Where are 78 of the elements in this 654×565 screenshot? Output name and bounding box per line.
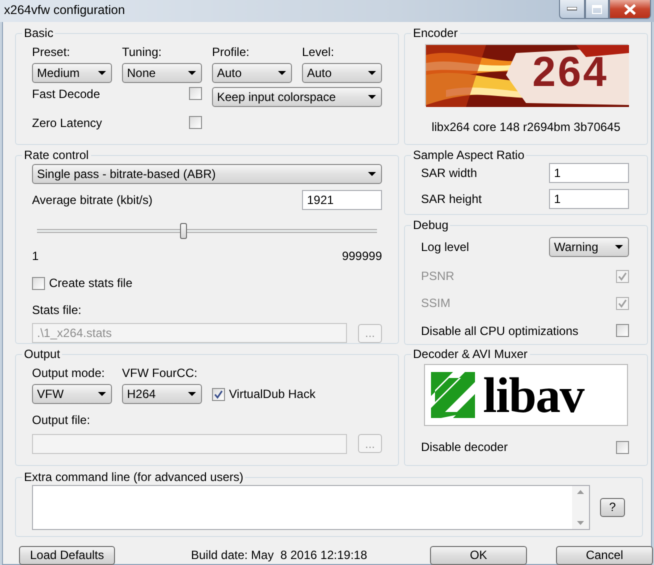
slider-max-label: 999999 [342,249,382,264]
checkbox-label: Disable all CPU optimizations [421,324,578,338]
checkbox[interactable] [189,116,202,130]
sar-height-input[interactable]: 1 [549,189,629,209]
dropdown-arrow-icon [368,172,376,176]
rate-mode-dropdown[interactable]: Single pass - bitrate-based (ABR) [32,164,382,184]
dropdown-arrow-icon [188,392,196,396]
group-title: Debug [412,219,450,231]
tuning-dropdown[interactable]: None [122,63,202,84]
checkbox[interactable] [189,87,202,100]
field-label: Preset: [32,45,72,60]
minimize-button[interactable] [559,0,585,19]
minimize-icon [567,7,577,11]
dropdown-arrow-icon [368,71,376,76]
level-dropdown[interactable]: Auto [302,63,382,84]
group-title: Sample Aspect Ratio [412,149,526,161]
field-label: Output file: [32,413,92,428]
dropdown-arrow-icon [188,71,196,76]
version-text: libx264 core 148 r2694bm 3b70645 [430,120,622,134]
maximize-button[interactable] [585,0,609,19]
bitrate-input[interactable]: 1921 [302,190,382,210]
checkbox[interactable] [32,277,45,290]
checkbox-label: VirtualDub Hack [229,387,316,402]
field-label: Fast Decode [32,87,102,104]
close-button[interactable] [609,0,651,19]
fourcc-dropdown[interactable]: H264 [122,384,202,404]
ok-button[interactable]: OK [430,546,527,565]
help-button[interactable]: ? [600,498,625,517]
group-title: Rate control [23,149,90,161]
field-label: Profile: [212,45,250,60]
slider-thumb[interactable] [180,223,188,239]
dropdown-arrow-icon [278,71,286,76]
profile-dropdown[interactable]: Auto [212,63,292,84]
logo-text: 264 [532,51,608,93]
field-label: Zero Latency [32,116,104,131]
build-date-text: Build date: May 8 2016 12:19:18 [191,548,368,563]
checkbox-label: PSNR [421,269,454,284]
logo-text: libav [483,370,584,420]
field-label: Output mode: [32,366,106,380]
checkbox-label: SSIM [421,296,450,311]
group-title: Output [23,348,62,360]
checkbox[interactable] [212,388,225,401]
scrollbar[interactable] [572,486,589,529]
group-title: Decoder & AVI Muxer [412,348,528,360]
checkbox[interactable] [616,440,629,454]
log-level-dropdown[interactable]: Warning [549,237,629,257]
group-title: Encoder [412,27,459,39]
group-title: Extra command line (for advanced users) [23,471,244,483]
window-title: x264vfw configuration [3,2,125,18]
field-label: Average bitrate (kbit/s) [32,192,152,208]
dropdown-arrow-icon [98,71,106,76]
command-line-field[interactable] [32,485,590,530]
field-label: VFW FourCC: [122,366,198,380]
dropdown-arrow-icon [98,392,106,396]
dropdown-arrow-icon [368,95,376,100]
colorspace-dropdown[interactable]: Keep input colorspace [212,87,382,108]
cancel-button[interactable]: Cancel [556,546,653,565]
group-title: Basic [23,27,54,39]
dropdown-arrow-icon [615,245,623,249]
sar-width-input[interactable]: 1 [549,163,629,183]
checkbox-label: Create stats file [49,276,132,291]
slider-min-label: 1 [32,249,39,264]
output-mode-dropdown[interactable]: VFW [32,384,112,404]
field-label: Log level [421,240,470,254]
scroll-up-icon [577,490,584,494]
checkbox[interactable] [616,324,629,338]
checkbox-label: Disable decoder [421,440,508,454]
stats-file-input: .\1_x264.stats [32,323,347,344]
close-icon [624,4,636,14]
field-label: Level: [302,45,336,60]
field-label: Tuning: [122,45,163,60]
field-label: SAR height [421,192,482,206]
maximize-icon [592,4,602,14]
preset-dropdown[interactable]: Medium [32,63,112,84]
load-defaults-button[interactable]: Load Defaults [19,546,115,565]
scroll-down-icon [577,521,584,525]
field-label: SAR width [421,166,478,180]
field-label: Stats file: [32,302,82,318]
